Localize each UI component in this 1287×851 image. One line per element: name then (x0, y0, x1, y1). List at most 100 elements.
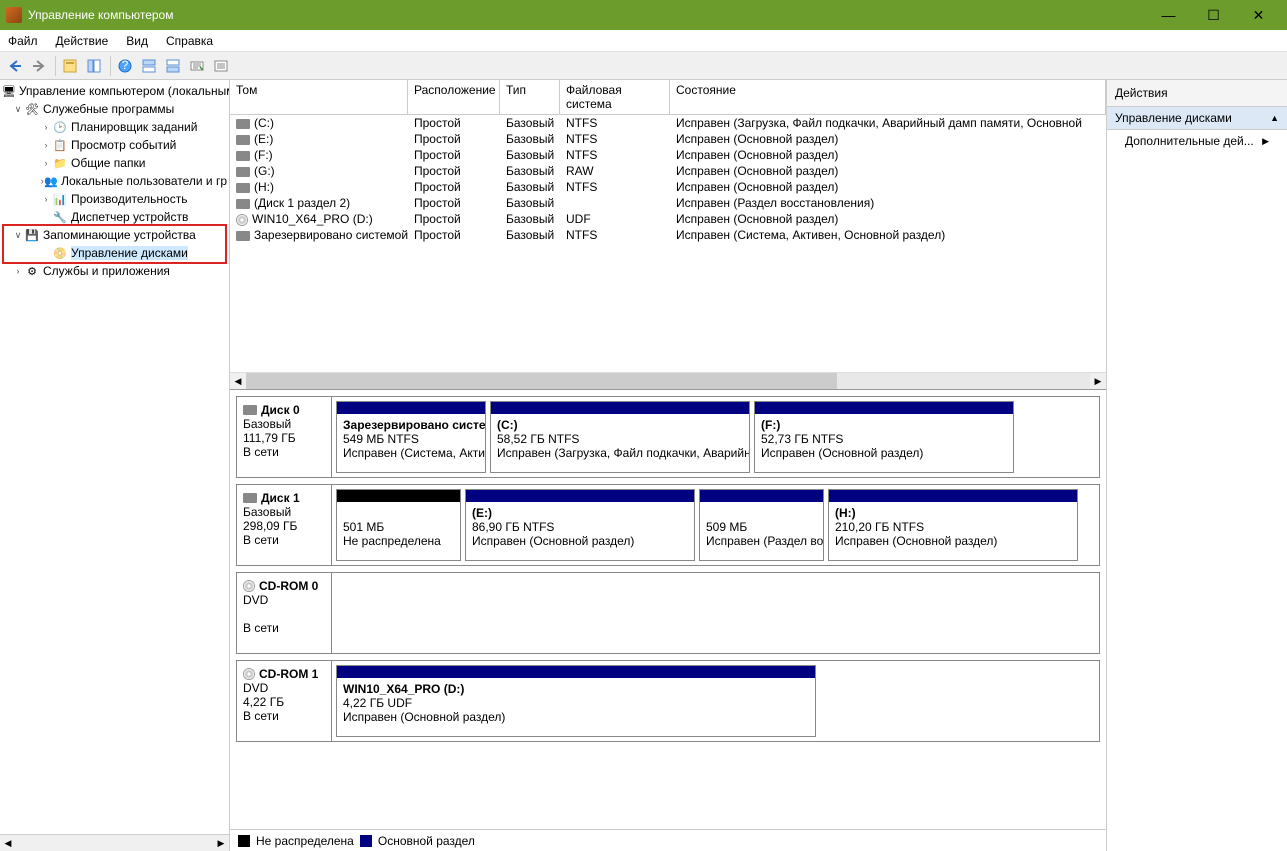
col-volume[interactable]: Том (230, 80, 408, 115)
hdd-icon (243, 405, 257, 415)
scroll-left-icon[interactable]: ◀ (230, 376, 246, 387)
volume-table: Том Расположение Тип Файловая система Со… (230, 80, 1106, 390)
table-row[interactable]: WIN10_X64_PRO (D:)ПростойБазовыйUDFИспра… (230, 211, 1106, 227)
partition[interactable]: 501 МБНе распределена (336, 489, 461, 561)
menu-action[interactable]: Действие (56, 34, 109, 48)
collapse-icon[interactable]: ∨ (12, 104, 24, 115)
view-top-button[interactable] (138, 55, 160, 77)
disk-partitions: Зарезервировано систе549 МБ NTFSИсправен… (332, 397, 1099, 477)
table-row[interactable]: (H:)ПростойБазовыйNTFSИсправен (Основной… (230, 179, 1106, 195)
table-row[interactable]: (G:)ПростойБазовыйRAWИсправен (Основной … (230, 163, 1106, 179)
tree-performance[interactable]: ›📊Производительность (0, 190, 229, 208)
forward-button[interactable] (28, 55, 50, 77)
disk-row[interactable]: Диск 0Базовый111,79 ГБВ сетиЗарезервиров… (236, 396, 1100, 478)
scroll-thumb[interactable] (246, 373, 837, 389)
table-row[interactable]: (E:)ПростойБазовыйNTFSИсправен (Основной… (230, 131, 1106, 147)
disk-graphical-view[interactable]: Диск 0Базовый111,79 ГБВ сетиЗарезервиров… (230, 390, 1106, 829)
tree-localusers[interactable]: ›👥Локальные пользователи и гр (0, 172, 229, 190)
tree-storage[interactable]: ∨ 💾 Запоминающие устройства (0, 226, 229, 244)
event-icon: 📋 (52, 137, 68, 153)
disk-partitions (332, 573, 1099, 653)
tree-devicemgr[interactable]: 🔧Диспетчер устройств (0, 208, 229, 226)
partition[interactable]: (F:)52,73 ГБ NTFSИсправен (Основной разд… (754, 401, 1014, 473)
legend-swatch-primary (360, 835, 372, 847)
tree-system-tools[interactable]: ∨ 🛠 Служебные программы (0, 100, 229, 118)
close-button[interactable]: ✕ (1236, 0, 1281, 30)
show-hide-button[interactable] (83, 55, 105, 77)
tree-scheduler[interactable]: ›🕑Планировщик заданий (0, 118, 229, 136)
actions-more-label: Дополнительные дей... (1125, 134, 1254, 148)
scroll-right-icon[interactable]: ▶ (213, 835, 229, 851)
collapse-icon[interactable]: ∨ (12, 230, 24, 241)
table-body[interactable]: (C:)ПростойБазовыйNTFSИсправен (Загрузка… (230, 115, 1106, 372)
disk-row[interactable]: CD-ROM 0DVDВ сети (236, 572, 1100, 654)
table-hscroll[interactable]: ◀ ▶ (230, 372, 1106, 389)
expand-icon[interactable]: › (40, 122, 52, 132)
actions-header: Действия (1107, 80, 1287, 107)
partition[interactable]: (C:)58,52 ГБ NTFSИсправен (Загрузка, Фай… (490, 401, 750, 473)
partition-body: (E:)86,90 ГБ NTFSИсправен (Основной разд… (466, 502, 694, 560)
menu-help[interactable]: Справка (166, 34, 213, 48)
menu-file[interactable]: Файл (8, 34, 38, 48)
list-button[interactable] (210, 55, 232, 77)
table-row[interactable]: (C:)ПростойБазовыйNTFSИсправен (Загрузка… (230, 115, 1106, 131)
col-fs[interactable]: Файловая система (560, 80, 670, 115)
tree-eventviewer[interactable]: ›📋Просмотр событий (0, 136, 229, 154)
minimize-button[interactable]: — (1146, 0, 1191, 30)
maximize-button[interactable]: ☐ (1191, 0, 1236, 30)
nav-tree[interactable]: 🖥 Управление компьютером (локальным ∨ 🛠 … (0, 80, 229, 834)
help-button[interactable]: ? (114, 55, 136, 77)
window-title: Управление компьютером (28, 8, 1146, 22)
tools-icon: 🛠 (24, 101, 40, 117)
expand-icon[interactable]: › (40, 140, 52, 150)
actions-category-label: Управление дисками (1115, 111, 1232, 125)
table-row[interactable]: (Диск 1 раздел 2)ПростойБазовыйИсправен … (230, 195, 1106, 211)
hdd-icon (236, 167, 250, 177)
menu-view[interactable]: Вид (126, 34, 148, 48)
tree-sharedfolders[interactable]: ›📁Общие папки (0, 154, 229, 172)
col-status[interactable]: Состояние (670, 80, 1106, 115)
scroll-left-icon[interactable]: ◀ (0, 835, 16, 851)
expand-icon[interactable]: › (40, 194, 52, 204)
view-bottom-button[interactable] (162, 55, 184, 77)
partition[interactable]: (E:)86,90 ГБ NTFSИсправен (Основной разд… (465, 489, 695, 561)
device-icon: 🔧 (52, 209, 68, 225)
actions-more[interactable]: Дополнительные дей... ▶ (1107, 130, 1287, 152)
disk-row[interactable]: CD-ROM 1DVD4,22 ГБВ сетиWIN10_X64_PRO (D… (236, 660, 1100, 742)
legend-primary: Основной раздел (378, 834, 475, 848)
tree-root[interactable]: 🖥 Управление компьютером (локальным (0, 82, 229, 100)
hdd-icon (236, 119, 250, 129)
partition[interactable]: 509 МБИсправен (Раздел во (699, 489, 824, 561)
actions-category[interactable]: Управление дисками ▲ (1107, 107, 1287, 130)
expand-icon[interactable]: › (40, 158, 52, 168)
table-row[interactable]: (F:)ПростойБазовыйNTFSИсправен (Основной… (230, 147, 1106, 163)
disk-info: CD-ROM 1DVD4,22 ГБВ сети (237, 661, 332, 741)
tree-diskmgmt[interactable]: 📀 Управление дисками (0, 244, 229, 262)
col-type[interactable]: Тип (500, 80, 560, 115)
chevron-right-icon: ▶ (1262, 136, 1269, 147)
hdd-icon (236, 135, 250, 145)
disk-row[interactable]: Диск 1Базовый298,09 ГБВ сети 501 МБНе ра… (236, 484, 1100, 566)
scroll-track[interactable] (246, 373, 1090, 389)
col-layout[interactable]: Расположение (408, 80, 500, 115)
partition-bar (829, 490, 1077, 502)
actions-pane: Действия Управление дисками ▲ Дополнител… (1107, 80, 1287, 851)
partition[interactable]: (H:)210,20 ГБ NTFSИсправен (Основной раз… (828, 489, 1078, 561)
tree-hscroll[interactable]: ◀ ▶ (0, 834, 229, 851)
scroll-right-icon[interactable]: ▶ (1090, 376, 1106, 387)
disk-info: CD-ROM 0DVDВ сети (237, 573, 332, 653)
expand-icon[interactable]: › (12, 266, 24, 276)
partition-bar (755, 402, 1013, 414)
cd-icon (243, 668, 255, 680)
table-row[interactable]: Зарезервировано системойПростойБазовыйNT… (230, 227, 1106, 243)
back-button[interactable] (4, 55, 26, 77)
properties-button[interactable] (59, 55, 81, 77)
settings-button[interactable] (186, 55, 208, 77)
hdd-icon (236, 231, 250, 241)
partition[interactable]: Зарезервировано систе549 МБ NTFSИсправен… (336, 401, 486, 473)
hdd-icon (236, 183, 250, 193)
tree-services-apps[interactable]: › ⚙ Службы и приложения (0, 262, 229, 280)
partition-bar (700, 490, 823, 502)
partition[interactable]: WIN10_X64_PRO (D:)4,22 ГБ UDFИсправен (О… (336, 665, 816, 737)
scroll-track[interactable] (32, 835, 197, 851)
